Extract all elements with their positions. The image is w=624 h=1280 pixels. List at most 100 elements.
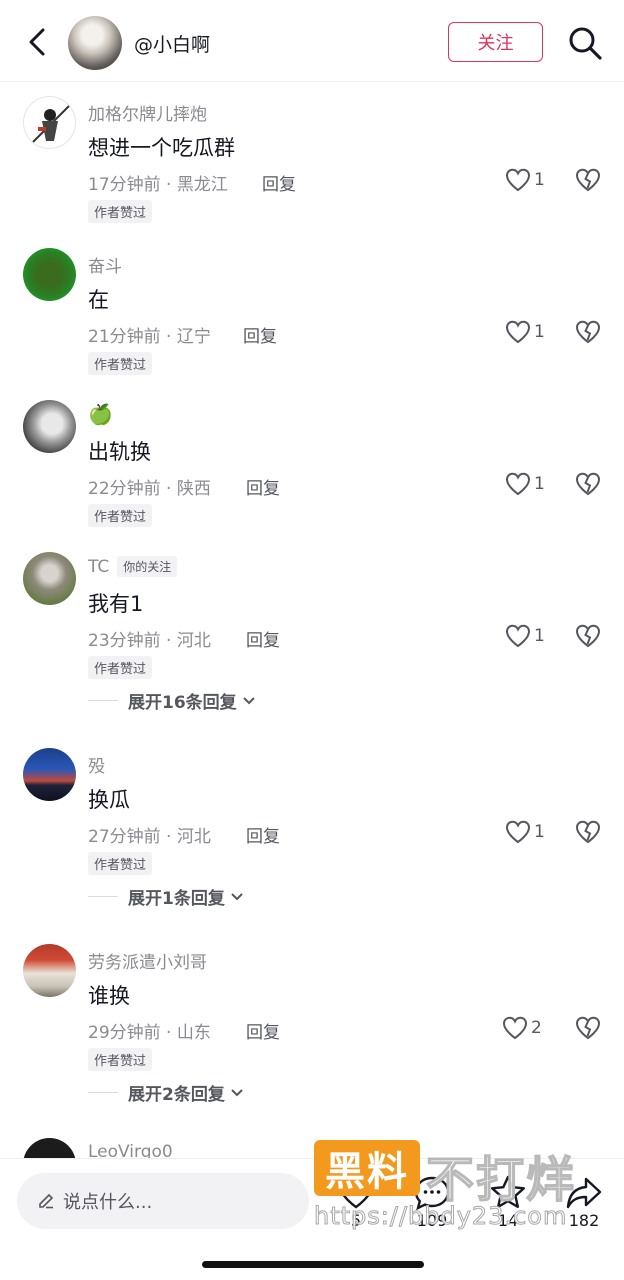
reply-button[interactable]: 回复 [246, 474, 280, 499]
comment-text: 谁换 [88, 984, 130, 1008]
like-button[interactable]: 1 [505, 472, 545, 496]
like-button[interactable]: 2 [502, 1016, 542, 1040]
heart-icon [505, 624, 531, 648]
reply-button[interactable]: 回复 [262, 170, 296, 195]
bottom-action-bar: 说点什么... 5 109 14 182 [0, 1158, 624, 1280]
commenter-avatar[interactable] [23, 400, 76, 453]
commenter-avatar[interactable] [23, 248, 76, 301]
search-button[interactable] [566, 24, 604, 62]
comment-meta: 17分钟前 · 黑龙江 [88, 175, 228, 195]
reply-button[interactable]: 回复 [246, 1018, 280, 1043]
commenter-name[interactable]: 殁 [88, 752, 105, 777]
reply-button[interactable]: 回复 [243, 322, 277, 347]
commenter-name[interactable]: 加格尔牌儿摔炮 [88, 100, 207, 125]
heart-icon [505, 320, 531, 344]
reply-button[interactable]: 回复 [246, 626, 280, 651]
comment-input-placeholder: 说点什么... [63, 1192, 153, 1213]
dislike-button[interactable] [575, 320, 601, 348]
expand-replies-label: 展开16条回复 [128, 693, 237, 713]
comment-post-button[interactable] [412, 1173, 452, 1213]
comment-text: 在 [88, 288, 109, 312]
like-button[interactable]: 1 [505, 820, 545, 844]
post-favorite-count: 14 [497, 1211, 519, 1230]
heart-icon [502, 1016, 528, 1040]
post-share-count: 182 [568, 1211, 600, 1230]
dislike-button[interactable] [575, 820, 601, 848]
broken-heart-icon [575, 624, 601, 648]
comment-text: 想进一个吃瓜群 [88, 136, 235, 160]
expand-divider [88, 896, 118, 897]
expand-replies-button[interactable]: 展开16条回复 [88, 688, 257, 713]
comment-text: 换瓜 [88, 788, 130, 812]
expand-replies-label: 展开1条回复 [128, 889, 225, 909]
commenter-name-text: 劳务派遣小刘哥 [88, 953, 207, 973]
heart-icon [338, 1176, 374, 1209]
post-comment-count: 109 [416, 1211, 448, 1230]
like-count: 1 [534, 322, 545, 342]
broken-heart-icon [575, 472, 601, 496]
author-liked-badge: 作者赞过 [88, 1048, 153, 1071]
comment-text: 我有1 [88, 592, 144, 616]
commenter-name-text: 殁 [88, 757, 105, 777]
author-liked-badge: 作者赞过 [88, 656, 153, 679]
comment-meta: 21分钟前 · 辽宁 [88, 327, 211, 347]
chevron-down-icon [231, 892, 243, 900]
like-post-button[interactable] [336, 1173, 376, 1213]
avatar-illustration [31, 104, 71, 144]
heart-icon [505, 820, 531, 844]
comment-icon [414, 1176, 450, 1211]
like-count: 1 [534, 822, 545, 842]
commenter-name[interactable]: 奋斗 [88, 252, 122, 277]
pencil-icon [39, 1193, 54, 1209]
star-icon [490, 1175, 525, 1208]
expand-divider [88, 700, 118, 701]
author-liked-badge: 作者赞过 [88, 352, 153, 375]
home-indicator [202, 1261, 424, 1268]
heart-icon [505, 168, 531, 192]
back-button[interactable] [20, 24, 56, 60]
commenter-avatar[interactable] [23, 944, 76, 997]
like-button[interactable]: 1 [505, 624, 545, 648]
author-liked-badge: 作者赞过 [88, 504, 153, 527]
like-count: 1 [534, 170, 545, 190]
author-liked-badge: 作者赞过 [88, 200, 153, 223]
commenter-name-text: TC [88, 556, 110, 577]
broken-heart-icon [575, 1016, 601, 1040]
chevron-down-icon [231, 1088, 243, 1096]
author-avatar[interactable] [68, 16, 122, 70]
like-button[interactable]: 1 [505, 320, 545, 344]
dislike-button[interactable] [575, 472, 601, 500]
heart-icon [505, 472, 531, 496]
like-count: 1 [534, 474, 545, 494]
commenter-name[interactable]: 🍏 [88, 404, 113, 424]
dislike-button[interactable] [575, 624, 601, 652]
commenter-name-text: 奋斗 [88, 257, 122, 277]
commenter-avatar[interactable] [23, 748, 76, 801]
commenter-avatar[interactable] [23, 552, 76, 605]
following-tag: 你的关注 [117, 556, 178, 577]
expand-replies-label: 展开2条回复 [128, 1085, 225, 1105]
comment-meta: 29分钟前 · 山东 [88, 1023, 211, 1043]
like-button[interactable]: 1 [505, 168, 545, 192]
search-icon [569, 27, 602, 60]
reply-button[interactable]: 回复 [246, 822, 280, 847]
expand-replies-button[interactable]: 展开1条回复 [88, 884, 245, 909]
comment-meta: 23分钟前 · 河北 [88, 631, 211, 651]
expand-replies-button[interactable]: 展开2条回复 [88, 1080, 245, 1105]
broken-heart-icon [575, 320, 601, 344]
commenter-name-text: 🍏 [88, 402, 113, 426]
commenter-name[interactable]: 劳务派遣小刘哥 [88, 948, 207, 973]
follow-button[interactable]: 关注 [448, 22, 543, 62]
post-like-count: 5 [350, 1211, 362, 1230]
author-name[interactable]: @小白啊 [134, 30, 210, 57]
dislike-button[interactable] [575, 168, 601, 196]
dislike-button[interactable] [575, 1016, 601, 1044]
chevron-down-icon [242, 696, 255, 704]
commenter-avatar[interactable] [23, 96, 76, 149]
favorite-post-button[interactable] [488, 1173, 528, 1213]
share-post-button[interactable] [564, 1173, 604, 1213]
comment-meta: 22分钟前 · 陕西 [88, 479, 211, 499]
comment-input[interactable]: 说点什么... [17, 1173, 309, 1229]
commenter-name[interactable]: TC 你的关注 [88, 556, 178, 577]
like-count: 1 [534, 626, 545, 646]
